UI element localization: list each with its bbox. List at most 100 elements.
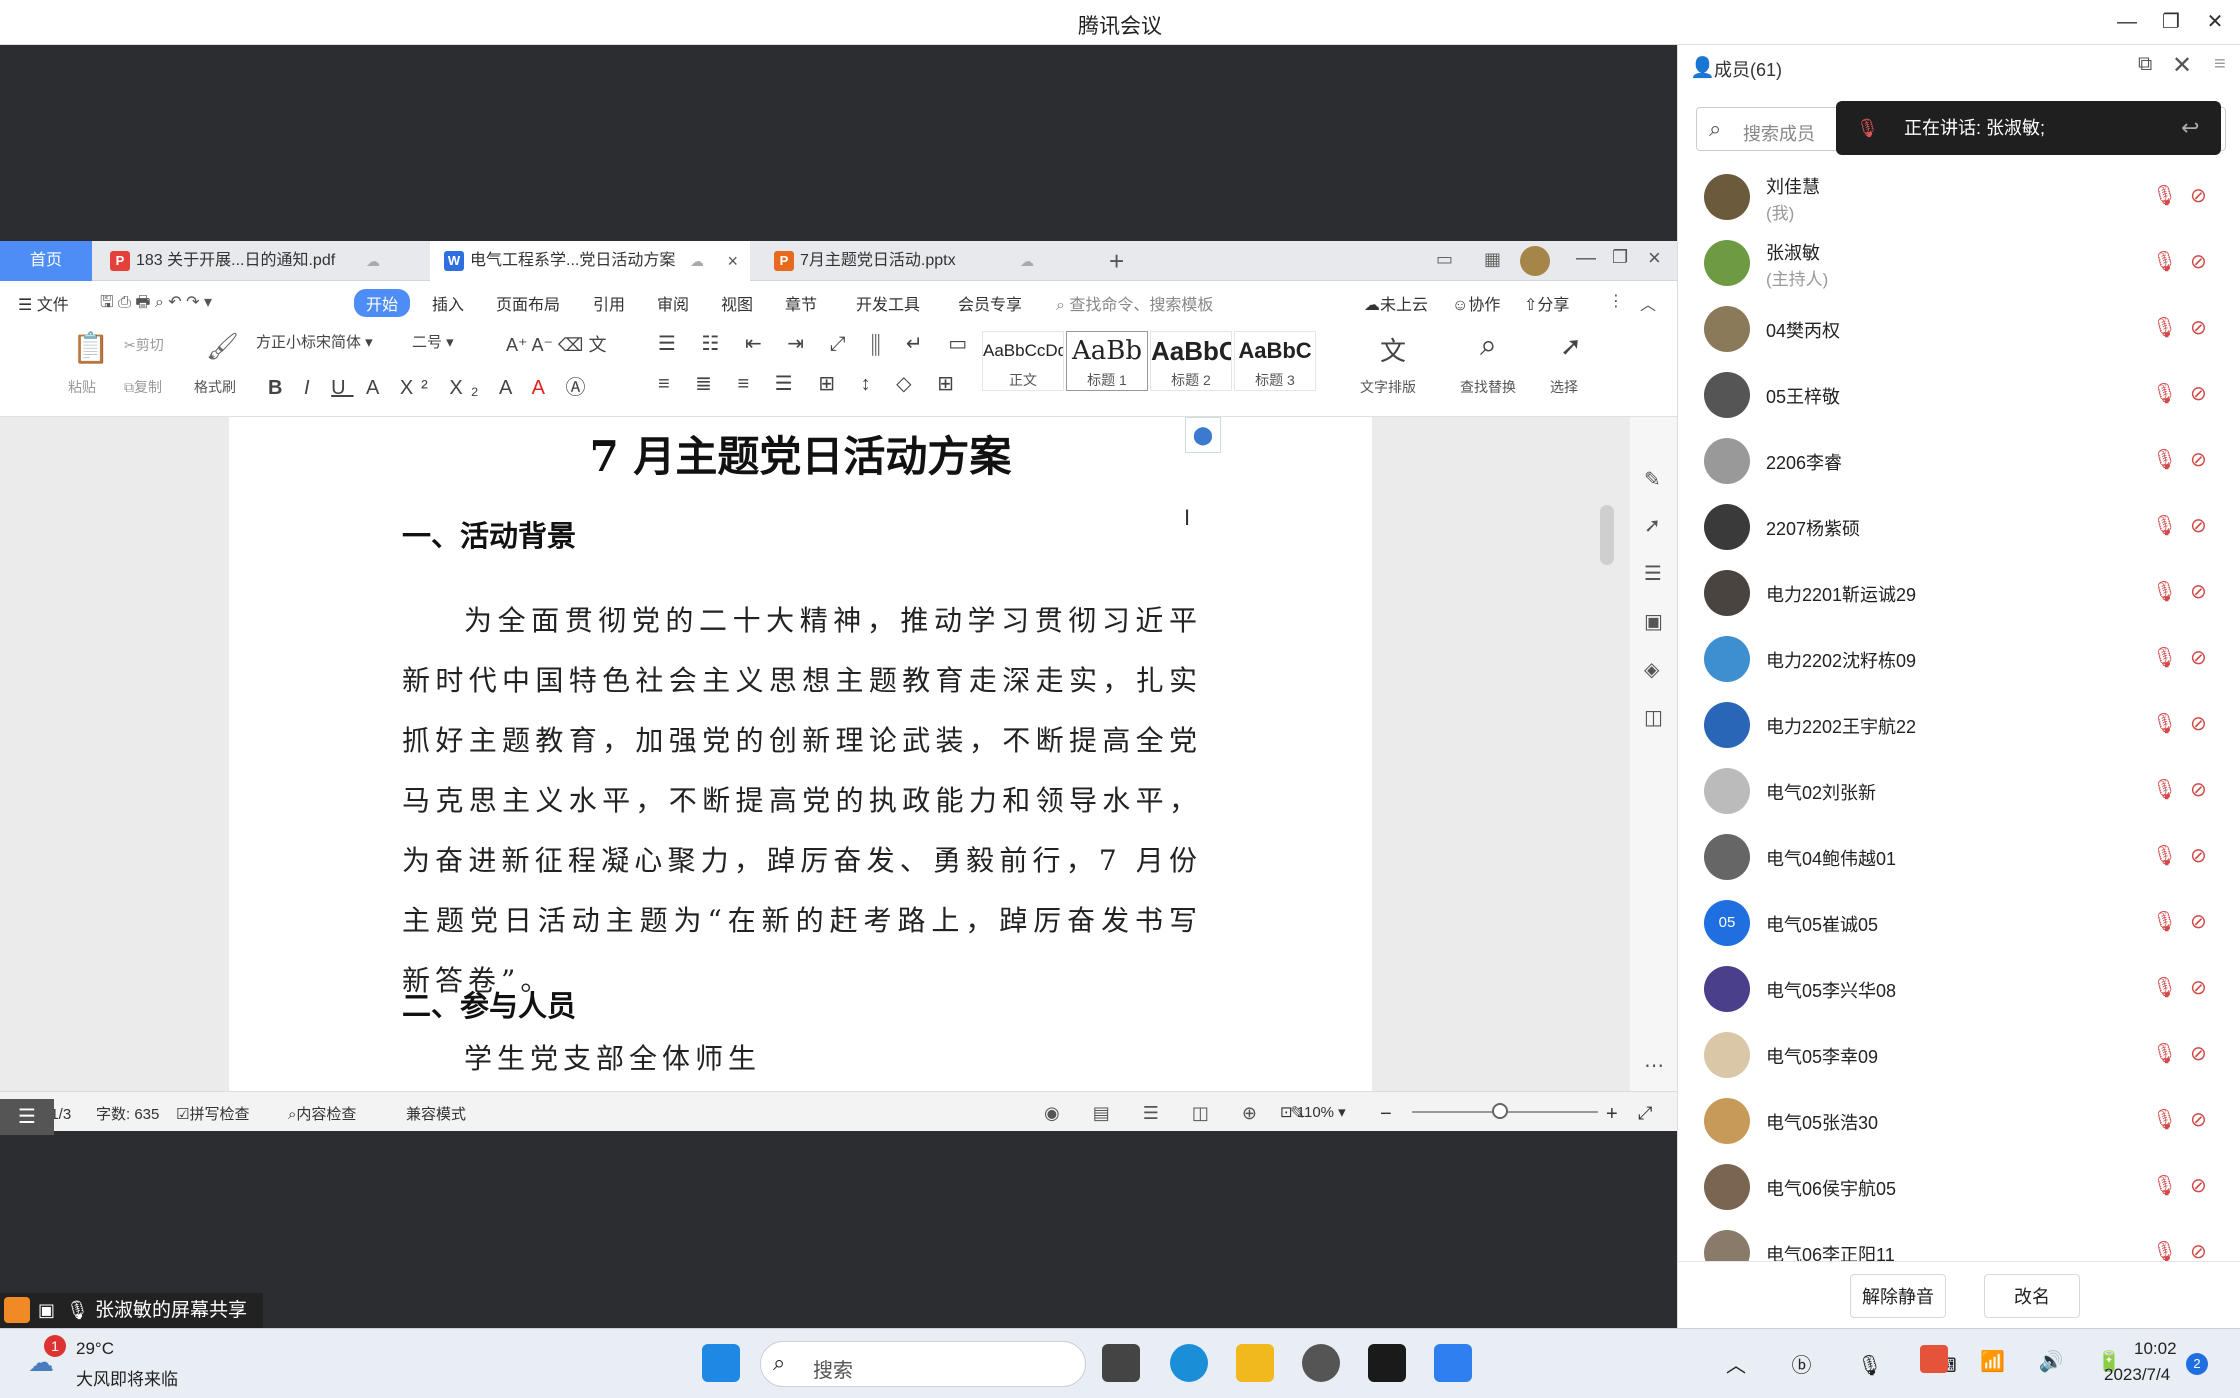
muted-mic-icon[interactable]: 🎙 <box>2152 183 2177 211</box>
member-row[interactable]: 电力2201靳运诚29 🎙 ⊘ <box>1678 561 2240 627</box>
tab-pptx[interactable]: P 7月主题党日活动.pptx ☁ <box>760 241 1080 281</box>
word-count[interactable]: 字数: 635 <box>96 1103 159 1124</box>
wps-restore-icon[interactable]: ❐ <box>1612 247 1628 268</box>
muted-mic-icon[interactable]: 🎙 <box>2152 579 2177 607</box>
more-icon[interactable]: ⋮ <box>1608 291 1624 311</box>
list-tools[interactable]: ☰ ☷ ⇤ ⇥ ⤢ ⫼ ↵ ▭ <box>658 331 977 356</box>
muted-mic-icon[interactable]: 🎙 <box>2152 315 2177 343</box>
muted-mic-icon[interactable]: 🎙 <box>2152 1041 2177 1069</box>
close-tab-icon[interactable]: × <box>727 241 738 281</box>
camera-off-icon[interactable]: ⊘ <box>2190 1239 2216 1261</box>
sliders-icon[interactable]: ☰ <box>1644 561 1662 586</box>
wps-close-icon[interactable]: × <box>1648 245 1661 271</box>
muted-mic-icon[interactable]: 🎙 <box>2152 249 2177 277</box>
share-button[interactable]: ⇧分享 <box>1524 291 1569 315</box>
member-row[interactable]: 04樊丙权 🎙 ⊘ <box>1678 297 2240 363</box>
camera-off-icon[interactable]: ⊘ <box>2190 1173 2216 1201</box>
document-page[interactable]: 7 月主题党日活动方案 一、活动背景 为全面贯彻党的二十大精神，推动学习贯彻习近… <box>229 417 1372 1091</box>
paste-icon[interactable]: 📋 <box>72 331 109 366</box>
camera-off-icon[interactable]: ⊘ <box>2190 711 2216 739</box>
align-tools[interactable]: ≡ ≣ ≡ ☰ ⊞ ↕ ◇ ⊞ <box>658 371 964 396</box>
member-row[interactable]: 2207杨紫硕 🎙 ⊘ <box>1678 495 2240 561</box>
member-row[interactable]: 电力2202沈籽栋09 🎙 ⊘ <box>1678 627 2240 693</box>
close-button[interactable]: ✕ <box>2200 8 2230 36</box>
font-select[interactable]: 方正小标宋简体 ▾ <box>256 331 406 357</box>
member-row[interactable]: 电气04鲍伟越01 🎙 ⊘ <box>1678 825 2240 891</box>
close-panel-icon[interactable]: ✕ <box>2172 51 2192 80</box>
member-row[interactable]: 电气05李兴华08 🎙 ⊘ <box>1678 957 2240 1023</box>
popout-icon[interactable]: ⧉ <box>2138 53 2152 76</box>
collapse-ribbon-icon[interactable]: ︿ <box>1640 291 1656 315</box>
muted-mic-icon[interactable]: 🎙 <box>2152 777 2177 805</box>
tab-chapter[interactable]: 章节 <box>785 291 817 315</box>
find-icon[interactable]: ⌕ <box>1480 329 1497 363</box>
wps-tray-icon[interactable] <box>1920 1345 1948 1373</box>
style-normal[interactable]: AaBbCcDd 正文 <box>982 331 1064 391</box>
camera-off-icon[interactable]: ⊘ <box>2190 183 2216 211</box>
tab-review[interactable]: 审阅 <box>657 291 689 315</box>
collab-button[interactable]: ☺协作 <box>1452 291 1500 315</box>
tab-developer[interactable]: 开发工具 <box>856 291 920 315</box>
camera-off-icon[interactable]: ⊘ <box>2190 1107 2216 1135</box>
size-select[interactable]: 二号 ▾ <box>412 331 496 357</box>
muted-mic-icon[interactable]: 🎙 <box>2152 843 2177 871</box>
muted-mic-icon[interactable]: 🎙 <box>2152 1239 2177 1261</box>
muted-mic-icon[interactable]: 🎙 <box>2152 975 2177 1003</box>
more-dots-icon[interactable]: ⋯ <box>1644 1053 1664 1078</box>
muted-mic-icon[interactable]: 🎙 <box>2152 1107 2177 1135</box>
muted-mic-icon[interactable]: 🎙 <box>2152 447 2177 475</box>
select-label[interactable]: 选择 <box>1550 377 1578 397</box>
member-row[interactable]: 电气05张浩30 🎙 ⊘ <box>1678 1089 2240 1155</box>
camera-off-icon[interactable]: ⊘ <box>2190 381 2216 409</box>
muted-mic-icon[interactable]: 🎙 <box>2152 381 2177 409</box>
camera-off-icon[interactable]: ⊘ <box>2190 249 2216 277</box>
tencent-meeting-icon[interactable] <box>1434 1344 1472 1382</box>
view-mode-icons[interactable]: ◉ ▤ ☰ ◫ ⊕ ✎ <box>1044 1103 1319 1124</box>
clock-time[interactable]: 10:02 <box>2134 1339 2177 1359</box>
muted-mic-icon[interactable]: 🎙 <box>2152 513 2177 541</box>
muted-mic-icon[interactable]: 🎙 <box>2152 711 2177 739</box>
edge-icon[interactable] <box>1170 1344 1208 1382</box>
clock-app-icon[interactable] <box>1302 1344 1340 1382</box>
member-row[interactable]: 刘佳慧 (我) 🎙 ⊘ <box>1678 165 2240 231</box>
book-icon[interactable]: ◫ <box>1644 705 1663 730</box>
member-row[interactable]: 电气05李幸09 🎙 ⊘ <box>1678 1023 2240 1089</box>
find-replace-label[interactable]: 查找替换 <box>1460 377 1516 397</box>
tab-start[interactable]: 开始 <box>354 289 411 317</box>
outline-toggle-icon[interactable]: ☰ <box>0 1099 54 1135</box>
pointer-icon[interactable]: ➚ <box>1644 513 1661 538</box>
muted-mic-icon[interactable]: 🎙 <box>2152 909 2177 937</box>
user-avatar[interactable] <box>1520 246 1550 276</box>
camera-off-icon[interactable]: ⊘ <box>2190 843 2216 871</box>
minimize-button[interactable]: — <box>2112 8 2142 36</box>
zoom-slider-thumb[interactable] <box>1492 1103 1508 1119</box>
vertical-scrollbar[interactable] <box>1600 505 1614 565</box>
zoom-level[interactable]: ⊡ 110% ▾ <box>1280 1103 1346 1121</box>
taskbar-search[interactable]: ⌕ 搜索 <box>760 1341 1086 1387</box>
cursor-icon[interactable]: ➚ <box>1560 331 1582 362</box>
unmute-button[interactable]: 解除静音 <box>1850 1274 1946 1318</box>
tab-pdf[interactable]: P 183 关于开展...日的通知.pdf ☁ <box>96 241 426 281</box>
member-row[interactable]: 张淑敏 (主持人) 🎙 ⊘ <box>1678 231 2240 297</box>
content-check[interactable]: ⌕内容检查 <box>288 1103 356 1124</box>
muted-mic-icon[interactable]: 🎙 <box>2152 645 2177 673</box>
camera-off-icon[interactable]: ⊘ <box>2190 315 2216 343</box>
style-heading2[interactable]: AaBbC 标题 2 <box>1150 331 1232 391</box>
location-pin-icon[interactable]: ⬤ <box>1185 417 1221 453</box>
member-row[interactable]: 电气06李正阳11 🎙 ⊘ <box>1678 1221 2240 1261</box>
text-layout-icon[interactable]: 文 <box>1380 331 1406 368</box>
tab-references[interactable]: 引用 <box>593 291 625 315</box>
restore-button[interactable]: ❐ <box>2156 8 2186 36</box>
map-icon[interactable]: ◈ <box>1644 657 1659 682</box>
sticky-notes-icon[interactable] <box>1368 1344 1406 1382</box>
cloud-status[interactable]: ☁未上云 <box>1364 291 1428 315</box>
style-heading1[interactable]: AaBb 标题 1 <box>1066 331 1148 391</box>
camera-off-icon[interactable]: ⊘ <box>2190 579 2216 607</box>
image-icon[interactable]: ▣ <box>1644 609 1663 634</box>
camera-off-icon[interactable]: ⊘ <box>2190 975 2216 1003</box>
notification-badge[interactable]: 2 <box>2186 1353 2208 1375</box>
camera-off-icon[interactable]: ⊘ <box>2190 645 2216 673</box>
member-row[interactable]: 电力2202王宇航22 🎙 ⊘ <box>1678 693 2240 759</box>
spell-check[interactable]: ☑拼写检查 <box>176 1103 249 1124</box>
rename-button[interactable]: 改名 <box>1984 1274 2080 1318</box>
